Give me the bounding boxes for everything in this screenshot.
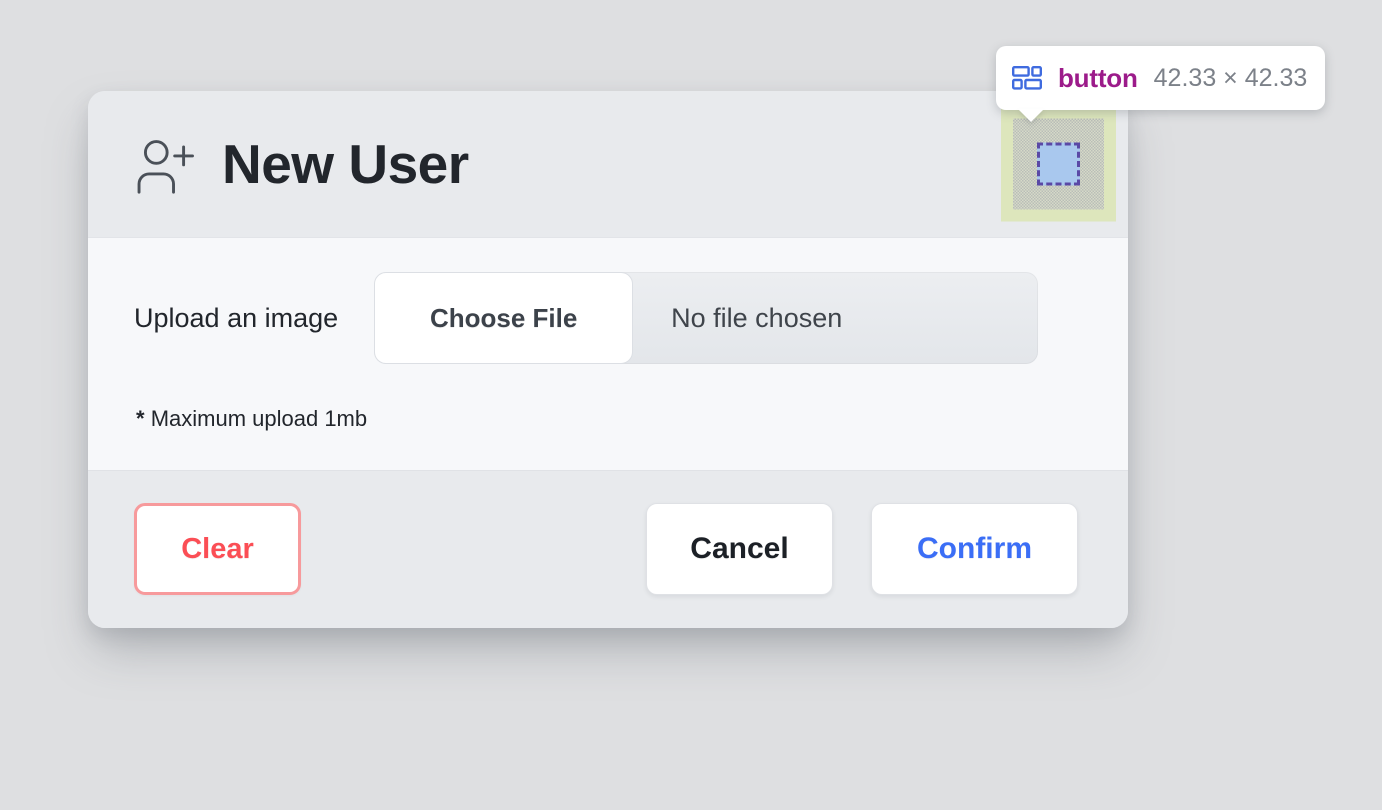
- upload-row: Upload an image Choose File No file chos…: [134, 272, 1082, 364]
- close-button[interactable]: [1037, 143, 1080, 186]
- dialog-body: Upload an image Choose File No file chos…: [88, 237, 1128, 470]
- close-button-slot: [1001, 106, 1116, 222]
- choose-file-button[interactable]: Choose File: [374, 272, 634, 364]
- page-root: { "page": { "background_color": "#DEDFE1…: [0, 0, 1382, 810]
- max-upload-note: * Maximum upload 1mb: [136, 406, 1082, 432]
- note-asterisk: *: [136, 406, 145, 431]
- user-plus-icon: [137, 140, 194, 194]
- dialog-footer: Clear Cancel Confirm: [88, 470, 1128, 628]
- upload-image-label: Upload an image: [134, 302, 339, 333]
- new-user-dialog: New User Upload an image Choose File No …: [88, 91, 1128, 628]
- cancel-button[interactable]: Cancel: [646, 503, 833, 595]
- dialog-header: New User: [88, 91, 1128, 237]
- dialog-header-left: New User: [134, 132, 469, 196]
- inspector-dimensions: 42.33 × 42.33: [1153, 63, 1308, 92]
- page-title: New User: [222, 132, 469, 195]
- file-name-display: No file chosen: [671, 302, 843, 333]
- inspector-tooltip: button 42.33 × 42.33: [996, 46, 1326, 110]
- file-input-field[interactable]: Choose File No file chosen: [374, 272, 1039, 364]
- layout-grid-icon: [1012, 66, 1042, 90]
- note-text: Maximum upload 1mb: [150, 406, 368, 431]
- inspector-tag-name: button: [1058, 62, 1138, 93]
- clear-button[interactable]: Clear: [134, 503, 301, 595]
- confirm-button[interactable]: Confirm: [871, 503, 1078, 595]
- close-x-icon: [1046, 152, 1071, 176]
